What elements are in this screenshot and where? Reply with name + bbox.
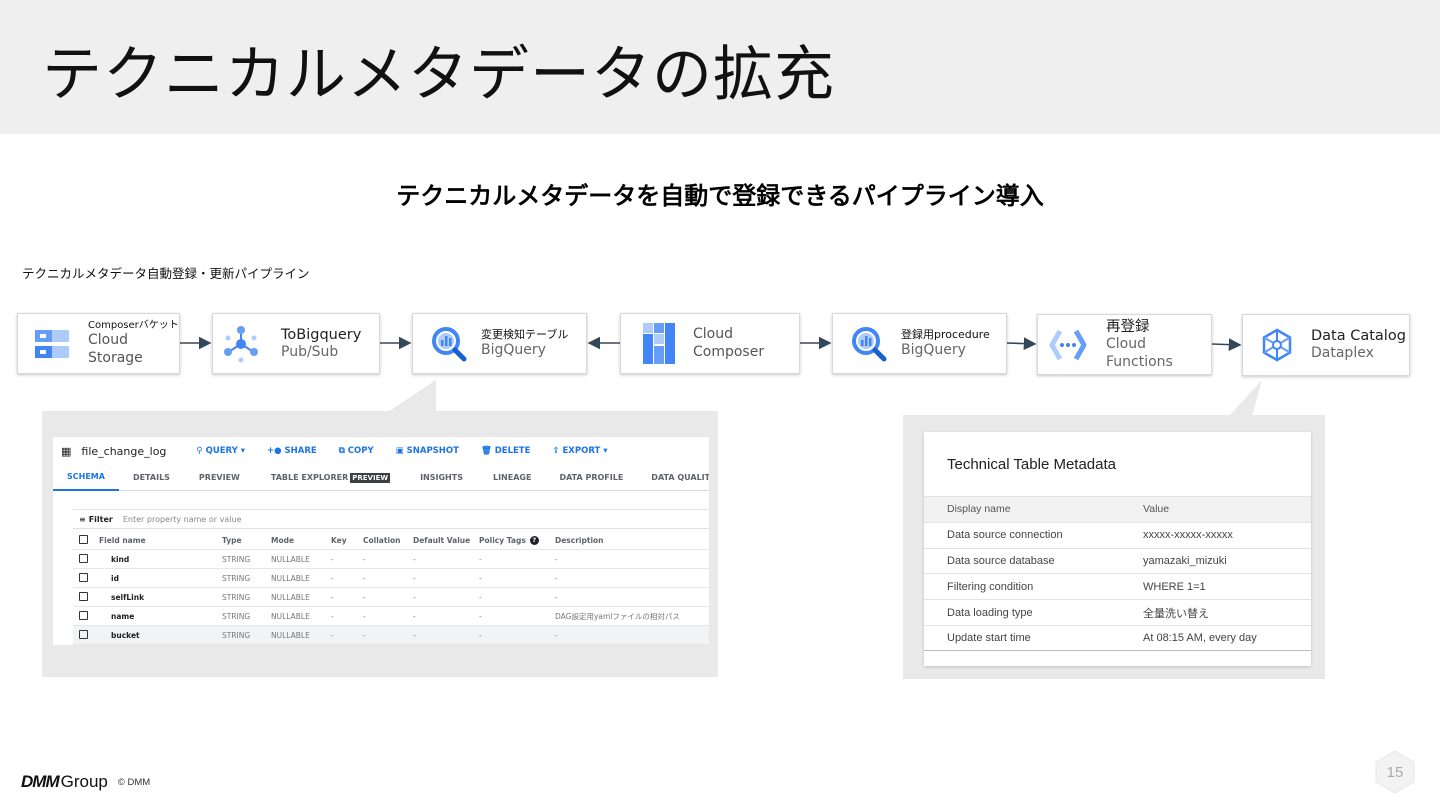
delete-button[interactable]: 🗑 DELETE — [481, 446, 530, 456]
col-field-name: Field name — [99, 535, 146, 545]
row-checkbox[interactable] — [79, 553, 88, 563]
callout-tip-right — [1229, 380, 1262, 416]
select-all-checkbox[interactable] — [79, 534, 88, 544]
col-mode: Mode — [271, 535, 295, 545]
copy-button[interactable]: ⧉ COPY — [339, 446, 374, 456]
arrow-functions-to-dataplex — [1211, 338, 1242, 351]
tab-preview[interactable]: PREVIEW — [184, 465, 255, 491]
logo-group: Group — [60, 772, 108, 791]
col-type: Type — [222, 535, 242, 545]
metadata-row: Filtering condition WHERE 1=1 — [924, 573, 1311, 599]
row-checkbox[interactable] — [79, 610, 88, 620]
table-row: selfLink STRING NULLABLE - - - - - — [73, 588, 709, 607]
arrow-procedure-to-functions — [1006, 337, 1037, 350]
share-button[interactable]: +● SHARE — [267, 446, 317, 456]
tab-data-quality[interactable]: DATA QUALITY — [637, 465, 709, 491]
help-icon[interactable]: ? — [529, 535, 539, 545]
row-checkbox[interactable] — [79, 629, 88, 639]
col-default-value: Default Value — [413, 535, 471, 545]
export-button[interactable]: ⇪ EXPORT ▾ — [552, 446, 607, 456]
pipeline-arrows — [180, 336, 1262, 416]
table-row: name STRING NULLABLE - - - - DAG設定用yamlフ… — [73, 607, 709, 626]
tab-details[interactable]: DETAILS — [119, 465, 184, 491]
search-icon: ⚲ — [196, 446, 203, 456]
schema-table: Field name Type Mode Key Collation Defau… — [73, 531, 709, 645]
callout-tip-left — [388, 380, 436, 412]
filter-label: Filter — [88, 514, 113, 524]
table-title: ▦ file_change_log — [61, 445, 166, 458]
snapshot-icon: ▣ — [395, 446, 404, 456]
metadata-row: Data source connection xxxxx-xxxxx-xxxxx — [924, 521, 1311, 548]
logo-dmm: DMM — [21, 772, 60, 791]
bigquery-schema-screenshot: ▦ file_change_log ⚲ QUERY ▾ +● SHARE ⧉ C… — [53, 437, 709, 645]
export-icon: ⇪ — [552, 446, 560, 456]
metadata-title: Technical Table Metadata — [947, 455, 1116, 473]
metadata-row: Update start time At 08:15 AM, every day — [924, 624, 1311, 651]
tab-schema[interactable]: SCHEMA — [53, 465, 119, 491]
technical-metadata-card: Technical Table Metadata Display name Va… — [924, 432, 1311, 666]
metadata-row: Data source database yamazaki_mizuki — [924, 547, 1311, 574]
preview-badge: PREVIEW — [350, 472, 391, 483]
tab-lineage[interactable]: LINEAGE — [479, 465, 545, 491]
dmm-group-logo: DMM Group © DMM — [21, 772, 150, 792]
metadata-row: Data loading type 全量洗い替え — [924, 599, 1311, 625]
col-policy-tags: Policy Tags? — [479, 535, 555, 545]
schema-table-header: Field name Type Mode Key Collation Defau… — [73, 531, 709, 550]
bigquery-toolbar: ▦ file_change_log ⚲ QUERY ▾ +● SHARE ⧉ C… — [53, 437, 709, 465]
page-number: 15 — [1386, 763, 1404, 781]
copyright: © DMM — [117, 776, 151, 788]
filter-icon: ≡ — [79, 514, 86, 524]
table-icon: ▦ — [61, 444, 72, 458]
table-row: kind STRING NULLABLE - - - - - — [73, 550, 709, 569]
trash-icon: 🗑 — [480, 446, 492, 456]
row-checkbox[interactable] — [79, 572, 88, 582]
snapshot-button[interactable]: ▣ SNAPSHOT — [396, 446, 459, 456]
page-number-badge: 15 — [1373, 750, 1417, 794]
table-row: id STRING NULLABLE - - - - - — [73, 569, 709, 588]
add-person-icon: +● — [267, 446, 282, 456]
bigquery-tabs: SCHEMA DETAILS PREVIEW TABLE EXPLORER PRE… — [53, 465, 709, 491]
table-name: file_change_log — [81, 444, 167, 458]
col-collation: Collation — [363, 535, 401, 545]
table-row: bucket STRING NULLABLE - - - - - — [73, 626, 709, 645]
filter-bar[interactable]: ≡ Filter Enter property name or value — [73, 509, 709, 529]
query-button[interactable]: ⚲ QUERY ▾ — [196, 446, 245, 456]
tab-table-explorer[interactable]: TABLE EXPLORER PREVIEW — [255, 465, 404, 491]
row-checkbox[interactable] — [79, 591, 88, 601]
tab-data-profile[interactable]: DATA PROFILE — [545, 465, 637, 491]
tab-insights[interactable]: INSIGHTS — [404, 465, 479, 491]
copy-icon: ⧉ — [338, 446, 345, 456]
filter-input[interactable]: Enter property name or value — [123, 515, 242, 524]
metadata-header-row: Display name Value — [924, 496, 1311, 522]
col-key: Key — [331, 535, 347, 545]
col-description: Description — [555, 535, 604, 545]
